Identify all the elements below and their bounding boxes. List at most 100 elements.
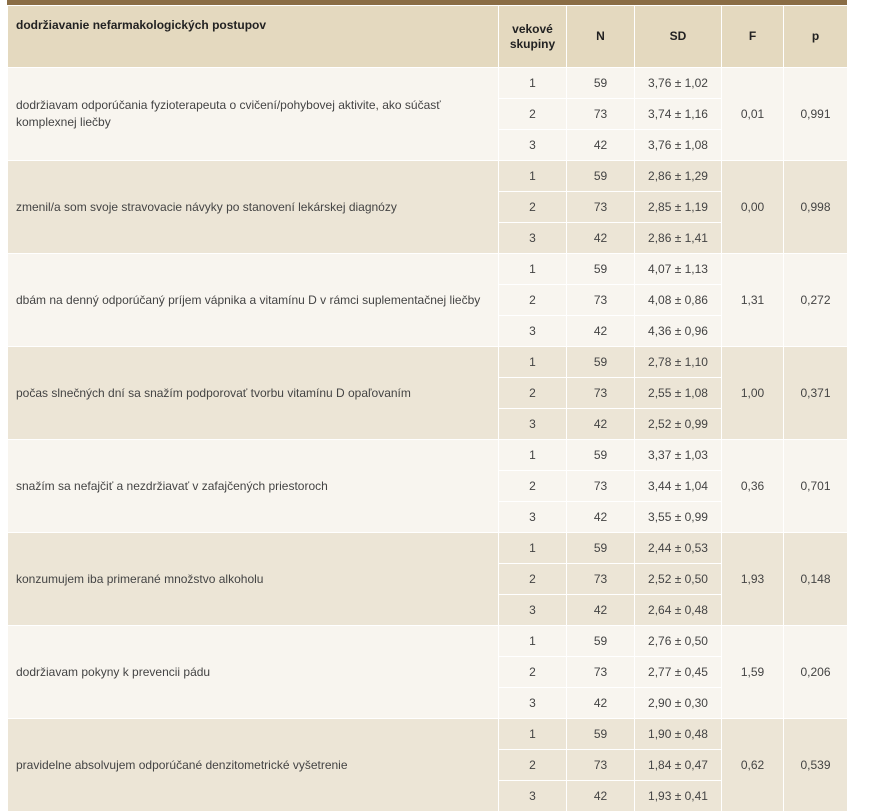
sd-cell: 2,90 ± 0,30	[634, 687, 722, 719]
age-group-cell: 3	[498, 408, 567, 440]
table-row: pravidelne absolvujem odporúčané denzito…	[7, 718, 848, 812]
row-label: počas slnečných dní sa snažím podporovať…	[7, 346, 499, 440]
sd-cell: 2,55 ± 1,08	[634, 377, 722, 409]
sd-cell: 4,36 ± 0,96	[634, 315, 722, 347]
n-cell: 73	[566, 470, 635, 502]
n-cell: 59	[566, 625, 635, 657]
age-group-cell: 3	[498, 222, 567, 254]
sd-cell: 3,55 ± 0,99	[634, 501, 722, 533]
age-group-cell: 3	[498, 129, 567, 161]
n-cell: 42	[566, 129, 635, 161]
age-group-cell: 2	[498, 377, 567, 409]
age-group-cell: 2	[498, 563, 567, 595]
p-cell: 0,371	[783, 346, 848, 440]
n-cell: 59	[566, 532, 635, 564]
sd-cell: 3,74 ± 1,16	[634, 98, 722, 130]
sd-cell: 1,90 ± 0,48	[634, 718, 722, 750]
age-group-cell: 1	[498, 160, 567, 192]
header-age-groups: vekové skupiny	[498, 5, 567, 68]
n-cell: 42	[566, 222, 635, 254]
header-sd: SD	[634, 5, 722, 68]
table-row: dbám na denný odporúčaný príjem vápnika …	[7, 253, 848, 347]
n-cell: 73	[566, 98, 635, 130]
sd-cell: 2,78 ± 1,10	[634, 346, 722, 378]
sd-cell: 3,44 ± 1,04	[634, 470, 722, 502]
age-group-cell: 3	[498, 501, 567, 533]
header-f: F	[721, 5, 784, 68]
p-cell: 0,272	[783, 253, 848, 347]
p-cell: 0,206	[783, 625, 848, 719]
sd-cell: 2,64 ± 0,48	[634, 594, 722, 626]
n-cell: 59	[566, 160, 635, 192]
sd-cell: 3,76 ± 1,08	[634, 129, 722, 161]
n-cell: 73	[566, 284, 635, 316]
age-group-cell: 3	[498, 687, 567, 719]
p-cell: 0,991	[783, 67, 848, 161]
p-cell: 0,998	[783, 160, 848, 254]
age-group-cell: 3	[498, 780, 567, 812]
f-cell: 0,00	[721, 160, 784, 254]
n-cell: 42	[566, 594, 635, 626]
row-label: snažím sa nefajčiť a nezdržiavať v zafaj…	[7, 439, 499, 533]
sd-cell: 2,77 ± 0,45	[634, 656, 722, 688]
p-cell: 0,148	[783, 532, 848, 626]
row-label: pravidelne absolvujem odporúčané denzito…	[7, 718, 499, 812]
n-cell: 59	[566, 253, 635, 285]
table-row: snažím sa nefajčiť a nezdržiavať v zafaj…	[7, 439, 848, 533]
sd-cell: 2,86 ± 1,41	[634, 222, 722, 254]
p-cell: 0,539	[783, 718, 848, 812]
table-row: konzumujem iba primerané množstvo alkoho…	[7, 532, 848, 626]
row-label: dodržiavam pokyny k prevencii pádu	[7, 625, 499, 719]
n-cell: 73	[566, 563, 635, 595]
n-cell: 73	[566, 191, 635, 223]
row-label: dodržiavam odporúčania fyzioterapeuta o …	[7, 67, 499, 161]
n-cell: 59	[566, 346, 635, 378]
age-group-cell: 1	[498, 718, 567, 750]
row-label: dbám na denný odporúčaný príjem vápnika …	[7, 253, 499, 347]
table-row: počas slnečných dní sa snažím podporovať…	[7, 346, 848, 440]
sd-cell: 2,44 ± 0,53	[634, 532, 722, 564]
sd-cell: 2,52 ± 0,99	[634, 408, 722, 440]
sd-cell: 1,84 ± 0,47	[634, 749, 722, 781]
n-cell: 59	[566, 67, 635, 99]
sd-cell: 2,86 ± 1,29	[634, 160, 722, 192]
n-cell: 59	[566, 718, 635, 750]
f-cell: 1,00	[721, 346, 784, 440]
age-group-cell: 2	[498, 470, 567, 502]
age-group-cell: 2	[498, 191, 567, 223]
age-group-cell: 1	[498, 625, 567, 657]
age-group-cell: 3	[498, 315, 567, 347]
table-row: dodržiavam odporúčania fyzioterapeuta o …	[7, 67, 848, 161]
sd-cell: 4,08 ± 0,86	[634, 284, 722, 316]
age-group-cell: 2	[498, 98, 567, 130]
sd-cell: 1,93 ± 0,41	[634, 780, 722, 812]
p-cell: 0,701	[783, 439, 848, 533]
age-group-cell: 2	[498, 656, 567, 688]
n-cell: 42	[566, 687, 635, 719]
header-item: dodržiavanie nefarmakologických postupov	[7, 5, 499, 68]
header-n: N	[566, 5, 635, 68]
table-row: zmenil/a som svoje stravovacie návyky po…	[7, 160, 848, 254]
n-cell: 73	[566, 656, 635, 688]
f-cell: 0,36	[721, 439, 784, 533]
row-label: konzumujem iba primerané množstvo alkoho…	[7, 532, 499, 626]
stats-table-container: dodržiavanie nefarmakologických postupov…	[7, 0, 848, 812]
f-cell: 1,59	[721, 625, 784, 719]
sd-cell: 2,76 ± 0,50	[634, 625, 722, 657]
stats-table: dodržiavanie nefarmakologických postupov…	[7, 5, 848, 812]
age-group-cell: 3	[498, 594, 567, 626]
age-group-cell: 1	[498, 346, 567, 378]
sd-cell: 2,52 ± 0,50	[634, 563, 722, 595]
n-cell: 42	[566, 780, 635, 812]
f-cell: 0,01	[721, 67, 784, 161]
n-cell: 42	[566, 501, 635, 533]
sd-cell: 3,76 ± 1,02	[634, 67, 722, 99]
age-group-cell: 2	[498, 284, 567, 316]
header-row: dodržiavanie nefarmakologických postupov…	[7, 5, 848, 68]
age-group-cell: 2	[498, 749, 567, 781]
n-cell: 73	[566, 377, 635, 409]
n-cell: 59	[566, 439, 635, 471]
n-cell: 42	[566, 315, 635, 347]
n-cell: 73	[566, 749, 635, 781]
sd-cell: 3,37 ± 1,03	[634, 439, 722, 471]
